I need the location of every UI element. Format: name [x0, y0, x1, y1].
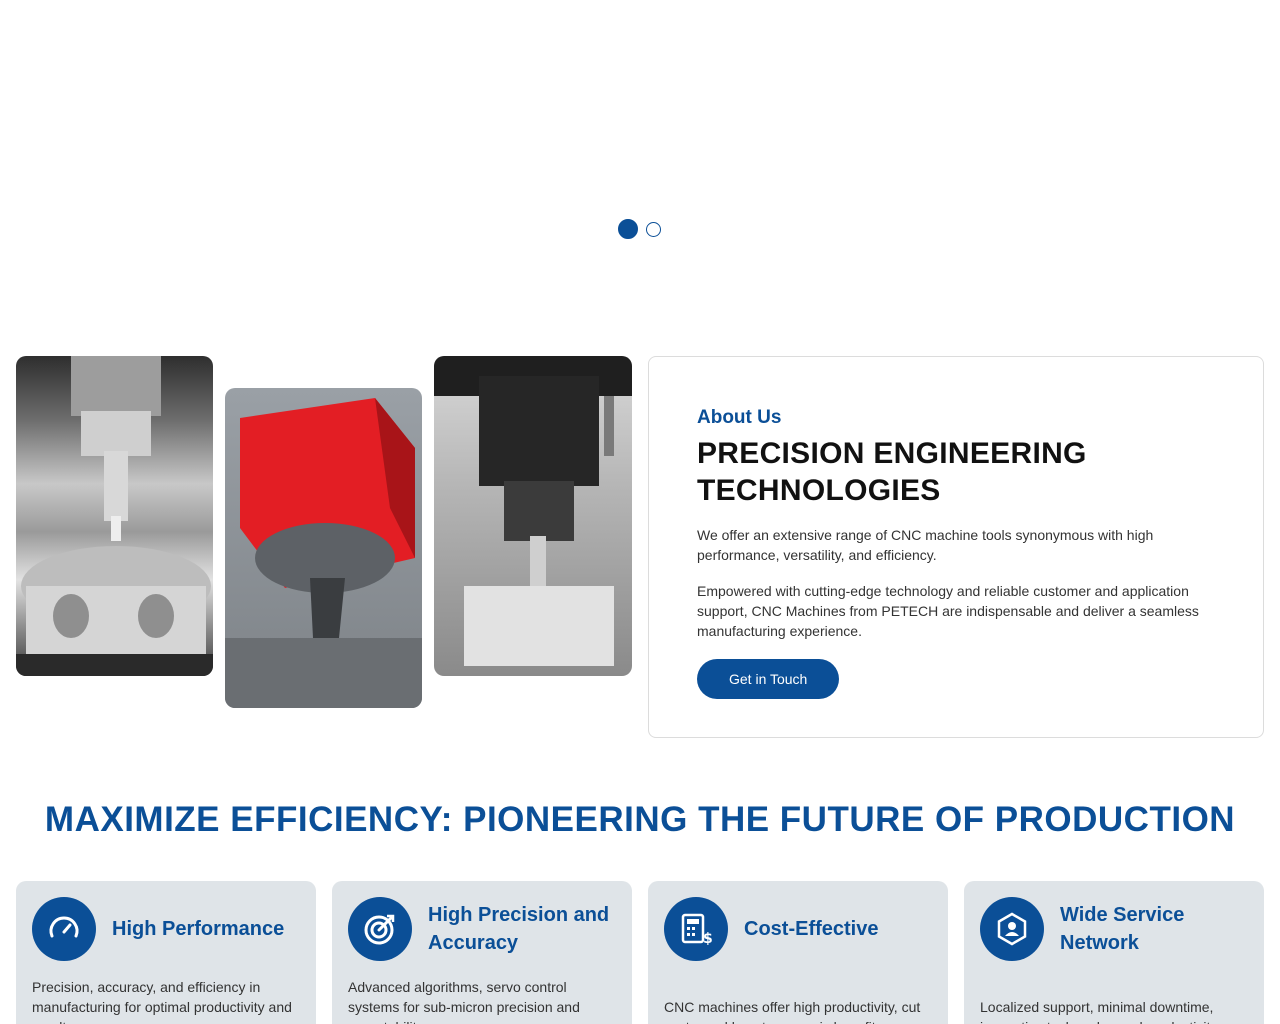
target-icon: [348, 897, 412, 961]
about-title-line-1: PRECISION ENGINEERING: [697, 437, 1087, 470]
mill-cutting-photo: [434, 356, 632, 676]
feature-title: Wide Service Network: [1060, 904, 1185, 954]
feature-description: Advanced algorithms, servo control syste…: [348, 979, 580, 1024]
carousel-dot-2[interactable]: [646, 222, 661, 237]
feature-card-high-performance: High Performance Precision, accuracy, an…: [16, 881, 316, 1024]
feature-card-cost-effective: $ Cost-Effective CNC machines offer high…: [648, 881, 948, 1024]
about-paragraph-1: We offer an extensive range of CNC machi…: [697, 527, 1154, 563]
hero-carousel: [0, 0, 1280, 300]
calculator-dollar-icon: $: [664, 897, 728, 961]
feature-card-precision: High Precision and Accuracy Advanced alg…: [332, 881, 632, 1024]
red-spindle-head-photo: [225, 388, 422, 708]
about-kicker: About Us: [697, 407, 782, 428]
feature-description: Precision, accuracy, and efficiency in m…: [32, 979, 292, 1024]
about-card: About Us PRECISION ENGINEERING TECHNOLOG…: [648, 356, 1264, 738]
carousel-pagination: [618, 219, 661, 239]
section-headline: MAXIMIZE EFFICIENCY: PIONEERING THE FUTU…: [44, 800, 1236, 839]
about-title: PRECISION ENGINEERING TECHNOLOGIES: [697, 435, 1215, 509]
get-in-touch-button[interactable]: Get in Touch: [697, 659, 840, 699]
feature-title: Cost-Effective: [744, 918, 879, 940]
cnc-spindle-photo: [16, 356, 213, 676]
support-network-icon: [980, 897, 1044, 961]
feature-title: High Performance: [112, 918, 285, 940]
feature-description: CNC machines offer high productivity, cu…: [664, 999, 921, 1024]
page: About Us PRECISION ENGINEERING TECHNOLOG…: [0, 0, 1280, 1024]
about-paragraph-2: Empowered with cutting-edge technology a…: [697, 583, 1199, 639]
speedometer-icon: [32, 897, 96, 961]
feature-title: High Precision and Accuracy: [428, 904, 610, 954]
feature-description: Localized support, minimal downtime, inn…: [980, 999, 1220, 1024]
feature-card-service-network: Wide Service Network Localized support, …: [964, 881, 1264, 1024]
carousel-dot-1[interactable]: [618, 219, 638, 239]
about-title-line-2: TECHNOLOGIES: [697, 474, 941, 507]
svg-text:$: $: [703, 931, 713, 946]
